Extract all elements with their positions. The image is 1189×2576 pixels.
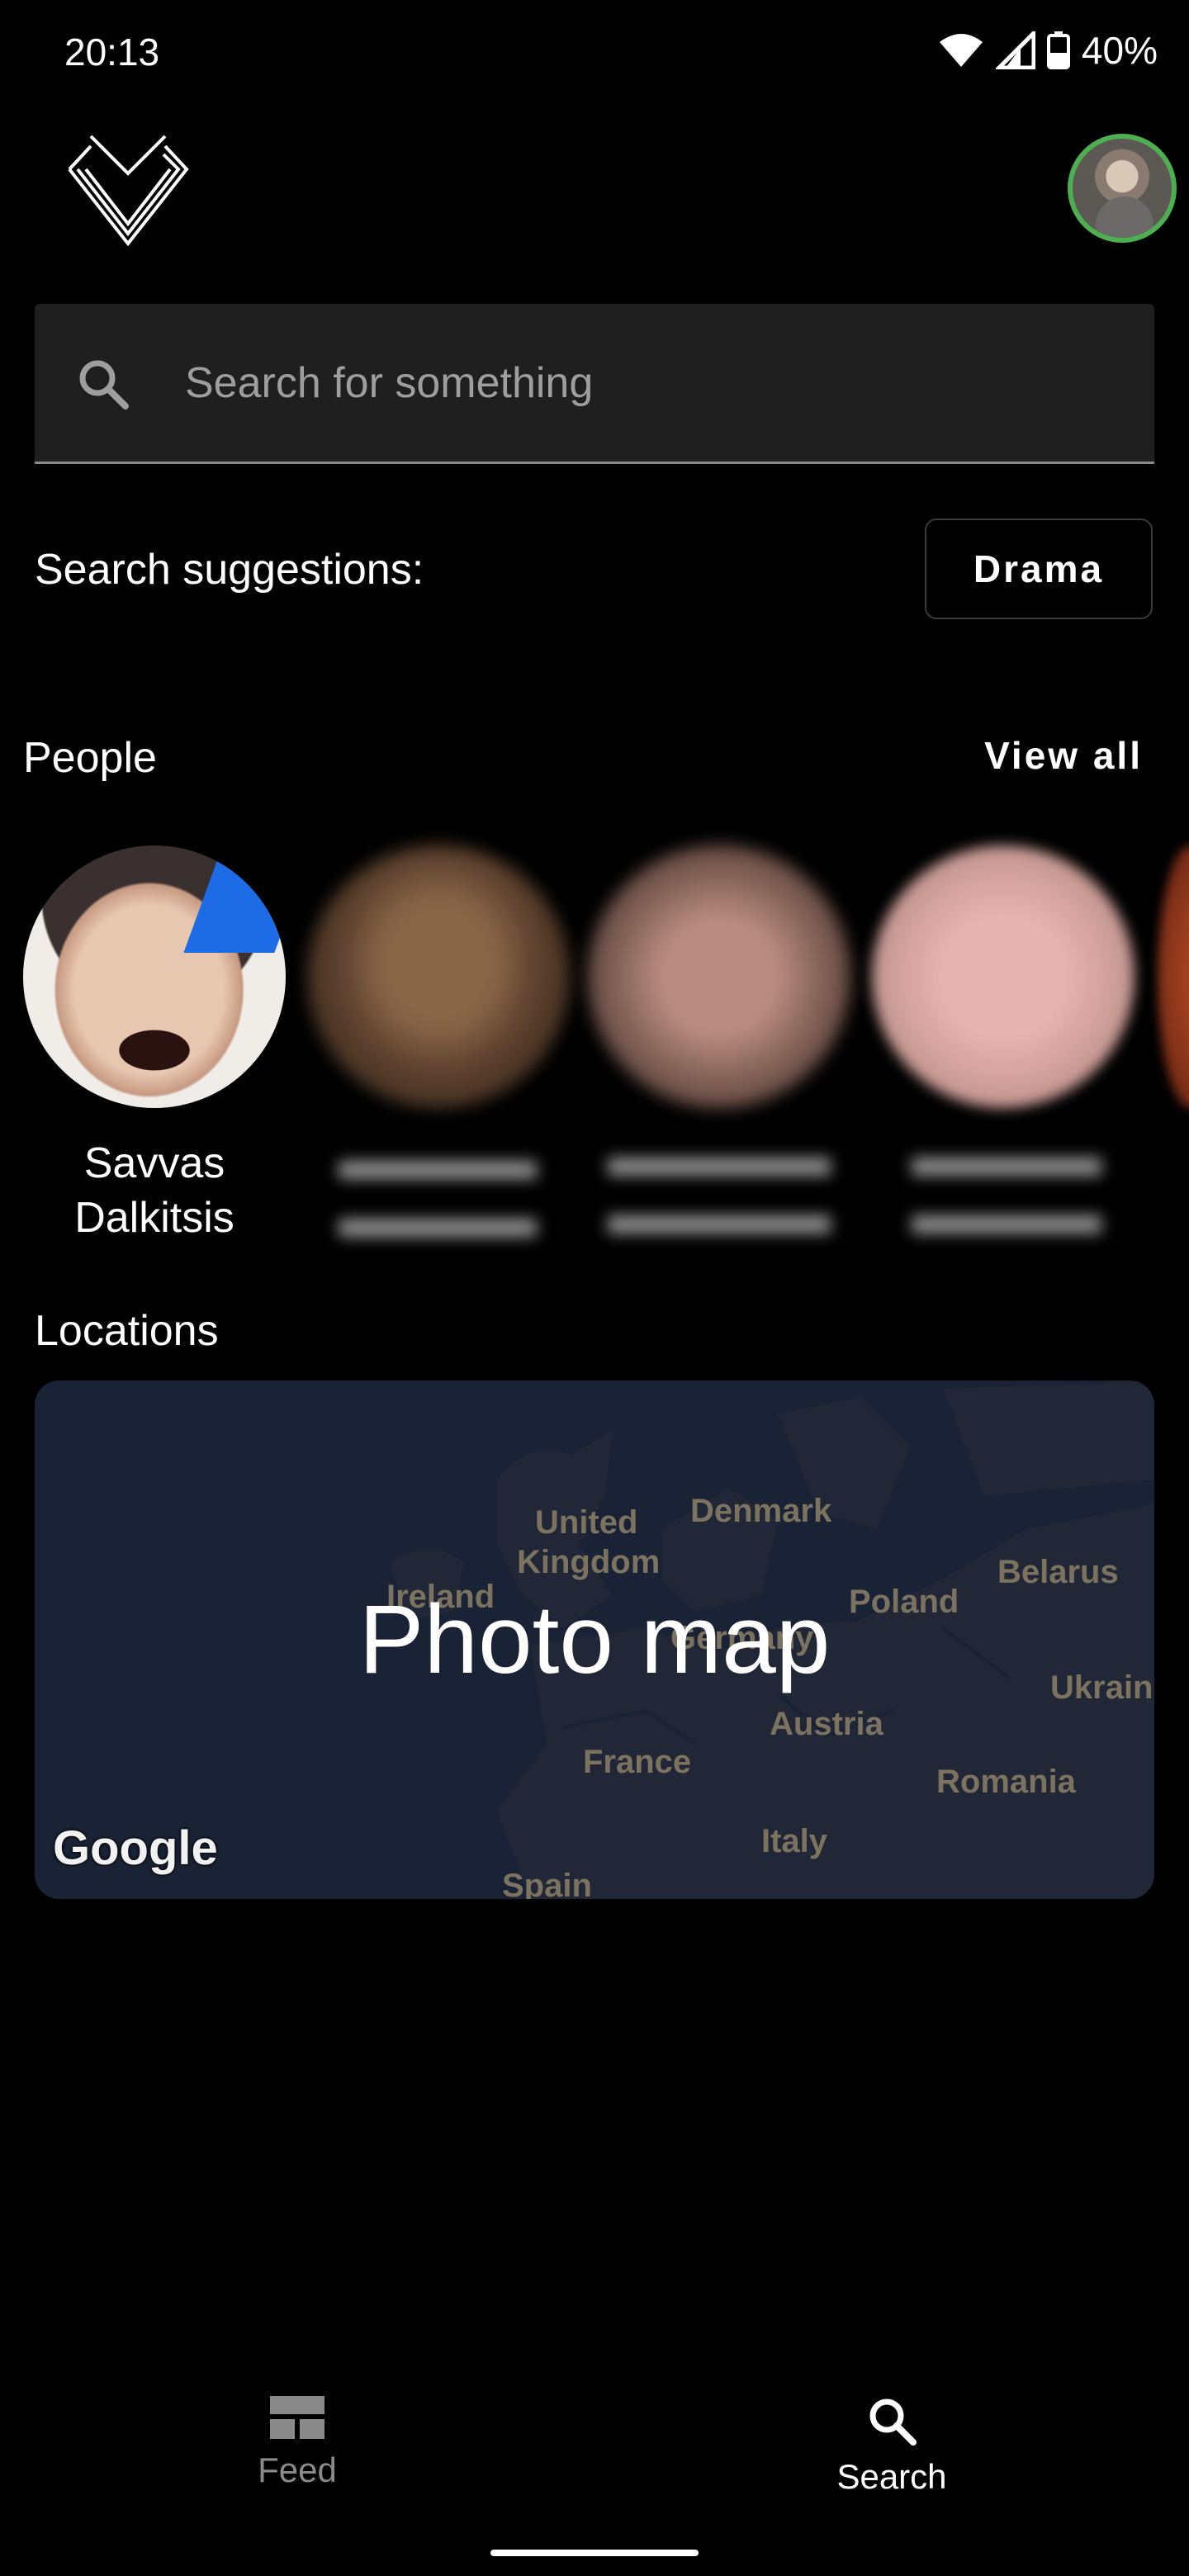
search-icon bbox=[79, 360, 129, 410]
nav-search[interactable]: Search bbox=[768, 2394, 1016, 2518]
person-name: Savvas Dalkitsis bbox=[23, 1136, 286, 1245]
nav-feed-label: Feed bbox=[258, 2451, 337, 2489]
person-name-line: Dalkitsis bbox=[74, 1194, 234, 1242]
signal-icon bbox=[995, 31, 1035, 69]
search-suggestions-label: Search suggestions: bbox=[35, 546, 424, 594]
home-indicator[interactable] bbox=[490, 2550, 699, 2556]
photo-map-card[interactable]: United Kingdom Denmark Ireland Poland Be… bbox=[35, 1380, 1154, 1899]
person-avatar[interactable] bbox=[1158, 845, 1189, 1108]
search-input[interactable]: Search for something bbox=[35, 304, 1154, 464]
status-time: 20:13 bbox=[64, 31, 160, 73]
view-all-button[interactable]: View all bbox=[984, 733, 1143, 778]
person-avatar[interactable] bbox=[307, 845, 570, 1108]
locations-title: Locations bbox=[35, 1307, 219, 1355]
person-name-line: Savvas bbox=[83, 1139, 225, 1187]
battery-icon bbox=[1046, 31, 1070, 69]
search-icon bbox=[869, 2398, 917, 2446]
people-title: People bbox=[23, 734, 157, 782]
suggestion-chip-drama[interactable]: Drama bbox=[925, 519, 1153, 619]
person-avatar[interactable] bbox=[872, 845, 1135, 1108]
blurred-person-name bbox=[608, 1136, 831, 1252]
diamond-logo-icon[interactable] bbox=[66, 128, 190, 248]
nav-feed[interactable]: Feed bbox=[173, 2394, 421, 2518]
blurred-person-name bbox=[912, 1136, 1101, 1252]
google-attribution: Google bbox=[53, 1821, 218, 1875]
feed-icon bbox=[270, 2396, 324, 2439]
blurred-person-name bbox=[339, 1139, 537, 1255]
battery-percent: 40% bbox=[1081, 29, 1158, 72]
status-icons: 40% bbox=[938, 28, 1158, 73]
wifi-icon bbox=[939, 34, 983, 67]
person-avatar[interactable] bbox=[23, 845, 286, 1108]
nav-search-label: Search bbox=[836, 2457, 947, 2496]
search-placeholder: Search for something bbox=[185, 359, 594, 407]
person-avatar[interactable] bbox=[588, 845, 850, 1108]
profile-avatar[interactable] bbox=[1068, 134, 1177, 243]
